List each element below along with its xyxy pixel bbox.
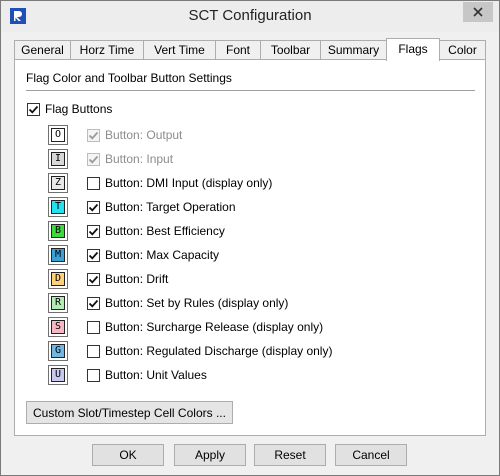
flag-checkbox xyxy=(87,152,100,166)
flag-letter: O xyxy=(51,128,65,142)
flag-letter: Z xyxy=(51,176,65,190)
flag-color-swatch[interactable]: T xyxy=(48,197,68,217)
flag-checkbox[interactable] xyxy=(87,296,100,310)
flag-row: I Button: Input xyxy=(48,149,173,169)
flag-letter: T xyxy=(51,200,65,214)
flag-label: Button: Input xyxy=(105,152,174,166)
flag-row: G Button: Regulated Discharge (display on… xyxy=(48,341,332,361)
flags-panel: Flag Color and Toolbar Button Settings F… xyxy=(14,59,486,436)
flag-checkbox[interactable] xyxy=(87,320,100,334)
sct-configuration-dialog: SCT Configuration General Horz Time Vert… xyxy=(0,0,500,476)
tab-flags[interactable]: Flags xyxy=(386,38,440,61)
flag-color-swatch[interactable]: Z xyxy=(48,173,68,193)
flag-letter: G xyxy=(51,344,65,358)
flag-label: Button: Best Efficiency xyxy=(105,224,225,238)
close-button[interactable] xyxy=(463,2,493,22)
apply-button[interactable]: Apply xyxy=(174,444,246,466)
flag-row: R Button: Set by Rules (display only) xyxy=(48,293,288,313)
tab-toolbar[interactable]: Toolbar xyxy=(260,40,321,60)
checkmark-icon xyxy=(88,227,99,236)
flag-color-swatch[interactable]: G xyxy=(48,341,68,361)
close-icon xyxy=(473,7,483,17)
tab-bar: General Horz Time Vert Time Font Toolbar… xyxy=(14,38,486,61)
checkmark-icon xyxy=(88,251,99,260)
flag-checkbox[interactable] xyxy=(87,224,100,238)
flag-row: M Button: Max Capacity xyxy=(48,245,219,265)
flag-row: D Button: Drift xyxy=(48,269,168,289)
flag-buttons-toggle[interactable]: Flag Buttons xyxy=(27,102,112,116)
flag-buttons-checkbox[interactable] xyxy=(27,102,40,116)
flag-label: Button: DMI Input (display only) xyxy=(105,176,273,190)
flag-color-swatch[interactable]: D xyxy=(48,269,68,289)
flag-letter: S xyxy=(51,320,65,334)
flag-label: Button: Drift xyxy=(105,272,169,286)
reset-button[interactable]: Reset xyxy=(254,444,326,466)
flag-row: B Button: Best Efficiency xyxy=(48,221,225,241)
flag-color-swatch[interactable]: R xyxy=(48,293,68,313)
tab-general[interactable]: General xyxy=(14,40,71,60)
flag-letter: I xyxy=(51,152,65,166)
flag-color-swatch[interactable]: U xyxy=(48,365,68,385)
flag-color-swatch[interactable]: M xyxy=(48,245,68,265)
flag-checkbox[interactable] xyxy=(87,368,100,382)
flag-color-swatch[interactable]: B xyxy=(48,221,68,241)
flag-letter: D xyxy=(51,272,65,286)
flag-label: Button: Regulated Discharge (display onl… xyxy=(105,344,333,358)
checkmark-icon xyxy=(28,105,39,114)
flag-row: O Button: Output xyxy=(48,125,182,145)
flag-buttons-label: Flag Buttons xyxy=(45,102,113,116)
flag-row: T Button: Target Operation xyxy=(48,197,236,217)
tab-color[interactable]: Color xyxy=(439,40,486,60)
flag-letter: B xyxy=(51,224,65,238)
cancel-button[interactable]: Cancel xyxy=(335,444,407,466)
flag-letter: R xyxy=(51,296,65,310)
flag-checkbox[interactable] xyxy=(87,344,100,358)
ok-button[interactable]: OK xyxy=(92,444,164,466)
flag-label: Button: Max Capacity xyxy=(105,248,220,262)
checkmark-icon xyxy=(88,203,99,212)
flag-label: Button: Surcharge Release (display only) xyxy=(105,320,324,334)
flag-color-swatch[interactable]: S xyxy=(48,317,68,337)
tab-summary[interactable]: Summary xyxy=(320,40,387,60)
flag-color-swatch[interactable]: I xyxy=(48,149,68,169)
flag-checkbox[interactable] xyxy=(87,200,100,214)
flag-label: Button: Unit Values xyxy=(105,368,207,382)
tab-horz-time[interactable]: Horz Time xyxy=(70,40,144,60)
flag-row: S Button: Surcharge Release (display only… xyxy=(48,317,323,337)
flag-letter: U xyxy=(51,368,65,382)
checkmark-icon xyxy=(88,131,99,140)
flag-checkbox[interactable] xyxy=(87,176,100,190)
flag-label: Button: Set by Rules (display only) xyxy=(105,296,289,310)
flag-letter: M xyxy=(51,248,65,262)
tab-font[interactable]: Font xyxy=(215,40,261,60)
flag-label: Button: Target Operation xyxy=(105,200,236,214)
flag-row: Z Button: DMI Input (display only) xyxy=(48,173,272,193)
window-title: SCT Configuration xyxy=(188,7,312,24)
checkmark-icon xyxy=(88,275,99,284)
flag-checkbox[interactable] xyxy=(87,248,100,262)
custom-cell-colors-button[interactable]: Custom Slot/Timestep Cell Colors ... xyxy=(26,401,233,424)
title-bar: SCT Configuration xyxy=(1,1,499,32)
checkmark-icon xyxy=(88,299,99,308)
section-divider xyxy=(26,90,475,91)
tab-vert-time[interactable]: Vert Time xyxy=(143,40,216,60)
checkmark-icon xyxy=(88,155,99,164)
flag-color-swatch[interactable]: O xyxy=(48,125,68,145)
flag-checkbox xyxy=(87,128,100,142)
flag-checkbox[interactable] xyxy=(87,272,100,286)
section-title: Flag Color and Toolbar Button Settings xyxy=(26,71,232,85)
flag-label: Button: Output xyxy=(105,128,183,142)
flag-row: U Button: Unit Values xyxy=(48,365,207,385)
